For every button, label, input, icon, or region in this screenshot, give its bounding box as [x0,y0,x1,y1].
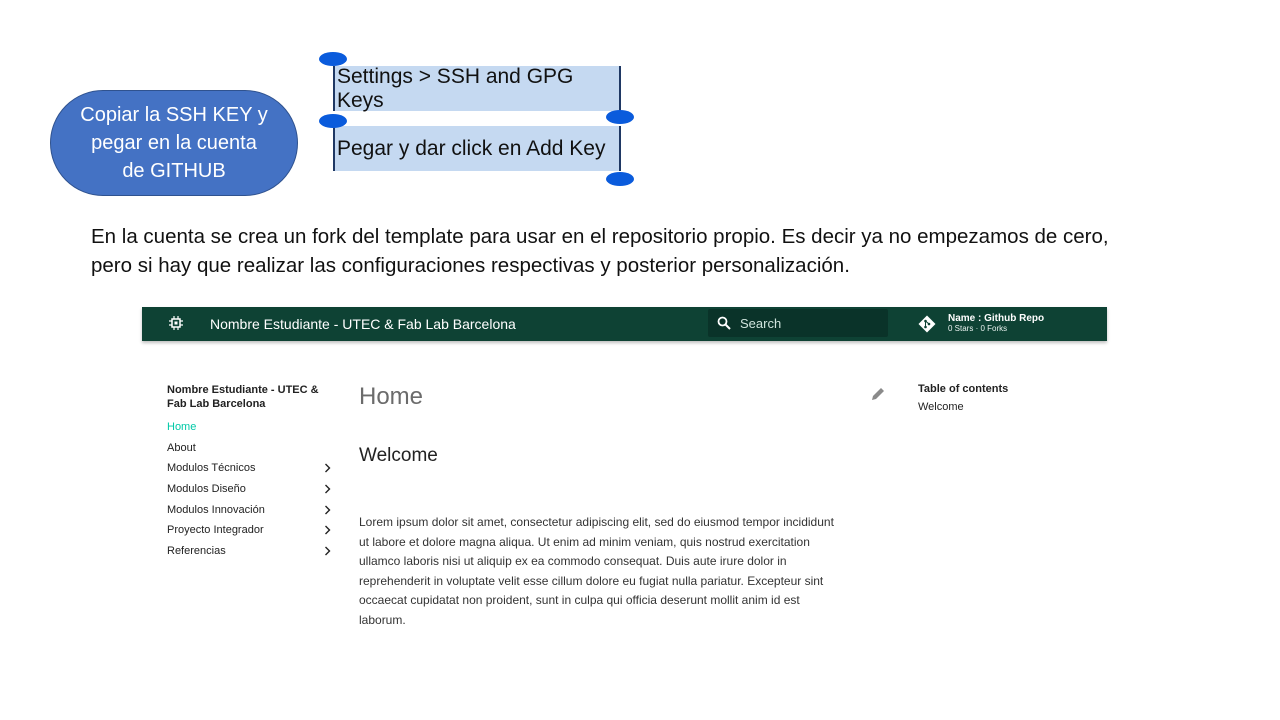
search-box[interactable] [708,309,888,337]
page-title: Home [359,383,424,410]
chevron-right-icon[interactable] [322,479,332,499]
repo-facts: 0 Stars · 0 Forks [948,324,1008,333]
body-line: ut labore et dolore magna aliqua. Ut eni… [359,534,810,549]
search-icon [717,316,731,330]
step-add-key-label: Pegar y dar click en Add Key [337,136,606,160]
site-header: Nombre Estudiante - UTEC & Fab Lab Barce… [142,307,1107,341]
step-settings-box: Settings > SSH and GPG Keys [333,64,621,112]
selection-handle[interactable] [606,172,634,186]
body-line: ullamco laboris nisi ut aliquip ex ea co… [359,554,787,569]
repo-name: Name : Github Repo [948,313,1045,324]
sidebar-item-modulos-tecnicos[interactable]: Modulos Técnicos [167,458,332,479]
selection-handle[interactable] [319,52,347,66]
sidebar-item-label: Home [167,421,197,433]
step-add-key-box: Pegar y dar click en Add Key [333,126,621,171]
toc-item-welcome[interactable]: Welcome [918,401,1088,413]
section-heading: Welcome [359,445,438,466]
site-screenshot: Nombre Estudiante - UTEC & Fab Lab Barce… [142,307,1107,647]
paragraph-line: En la cuenta se crea un fork del templat… [91,225,1109,248]
sidebar-item-modulos-diseno[interactable]: Modulos Diseño [167,479,332,500]
chevron-right-icon[interactable] [322,541,332,561]
sidebar-item-label: Modulos Técnicos [167,462,256,475]
sidebar-item-label: Referencias [167,545,226,558]
explanation-paragraph: En la cuenta se crea un fork del templat… [91,222,1211,280]
body-line: reprehenderit in voluptate velit esse ci… [359,573,824,588]
paragraph-line: pero si hay que realizar las configuraci… [91,254,850,277]
sidebar-item-modulos-innovacion[interactable]: Modulos Innovación [167,500,332,521]
edit-pencil-icon[interactable] [869,385,887,403]
sidebar-item-label: Proyecto Integrador [167,524,264,537]
table-of-contents: Table of contents Welcome [918,383,1088,413]
search-input[interactable] [740,315,880,331]
body-line: occaecat cupidatat non proident, sunt in… [359,593,800,608]
selection-handle[interactable] [319,114,347,128]
site-title[interactable]: Nombre Estudiante - UTEC & Fab Lab Barce… [210,316,516,332]
body-line: Lorem ipsum dolor sit amet, consectetur … [359,515,834,529]
body-text: Lorem ipsum dolor sit amet, consectetur … [359,513,895,631]
sidebar-item-label: Modulos Innovación [167,503,265,516]
sidebar-item-referencias[interactable]: Referencias [167,541,332,562]
nav-title: Nombre Estudiante - UTEC & Fab Lab Barce… [167,384,319,410]
instruction-oval: Copiar la SSH KEY y pegar en la cuenta d… [50,90,298,196]
sidebar-item-label: About [167,441,196,454]
chevron-right-icon[interactable] [322,458,332,478]
body-line: laborum. [359,612,406,627]
sidebar-item-proyecto-integrador[interactable]: Proyecto Integrador [167,520,332,541]
sidebar-item-home[interactable]: Home [167,417,332,438]
oval-line: Copiar la SSH KEY y [80,104,268,126]
oval-line: de GITHUB [122,160,226,182]
chevron-right-icon[interactable] [322,500,332,520]
sidebar-item-about[interactable]: About [167,438,332,459]
git-icon [918,315,936,333]
oval-line: pegar en la cuenta [91,132,257,154]
selection-handle[interactable] [606,110,634,124]
chevron-right-icon[interactable] [322,520,332,540]
chip-icon[interactable] [169,316,183,330]
main-content: Home [359,383,889,411]
sidebar-nav: Nombre Estudiante - UTEC & Fab Lab Barce… [167,383,332,562]
step-settings-label: Settings > SSH and GPG Keys [337,64,574,112]
sidebar-item-label: Modulos Diseño [167,483,246,496]
toc-title: Table of contents [918,383,1009,395]
